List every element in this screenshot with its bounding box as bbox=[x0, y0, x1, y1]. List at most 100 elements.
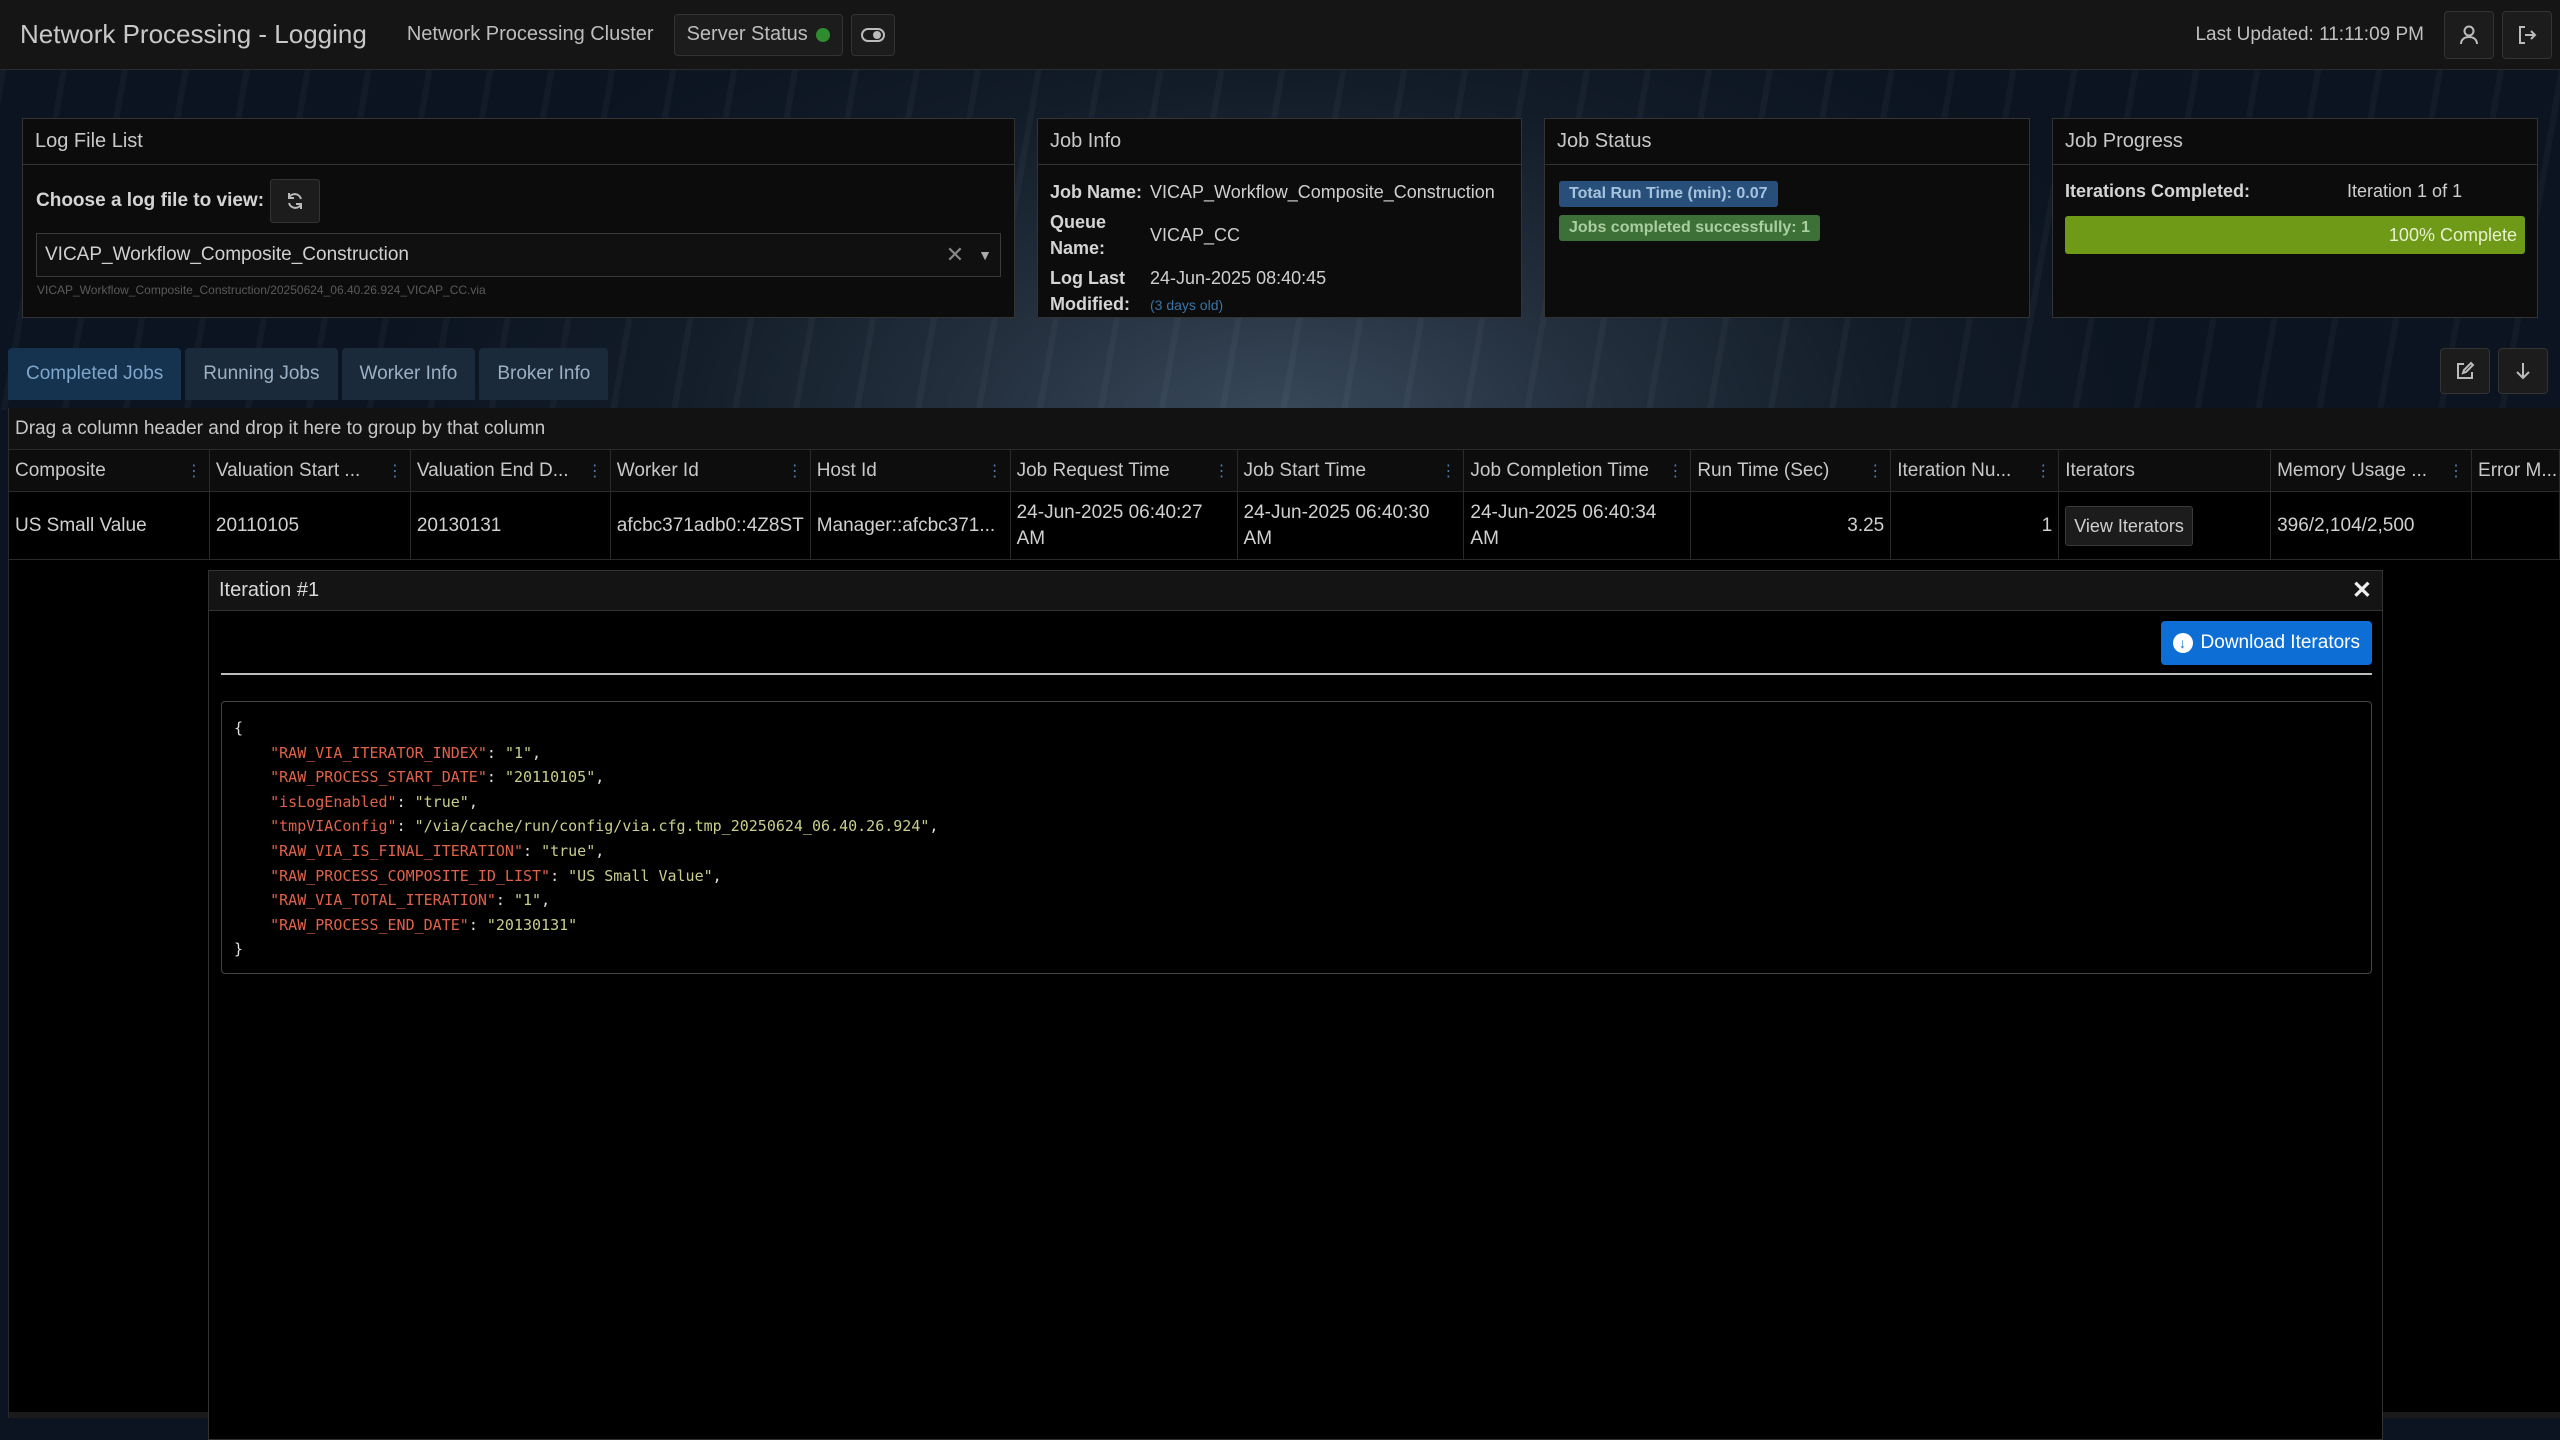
cell-job-completion-time: 24-Jun-2025 06:40:34 AM bbox=[1464, 492, 1692, 559]
cell-worker-id: afcbc371adb0::4Z8ST bbox=[611, 492, 811, 559]
column-header[interactable]: Valuation Start ... ⋮ bbox=[210, 450, 411, 491]
group-by-bar[interactable]: Drag a column header and drop it here to… bbox=[9, 408, 2560, 450]
toggle-icon bbox=[860, 27, 885, 42]
log-file-select[interactable]: VICAP_Workflow_Composite_Construction ✕ … bbox=[36, 233, 1001, 277]
column-menu-icon: ⋮ bbox=[386, 462, 403, 480]
json-line: "RAW_PROCESS_COMPOSITE_ID_LIST": "US Sma… bbox=[270, 866, 722, 885]
user-icon bbox=[2460, 25, 2478, 44]
panel-title: Job Info bbox=[1038, 119, 1521, 165]
json-brace: { bbox=[234, 719, 244, 737]
json-key: "tmpVIAConfig" bbox=[270, 817, 397, 836]
column-header[interactable]: Valuation End D... ⋮ bbox=[411, 450, 611, 491]
column-header[interactable]: Iterators bbox=[2059, 450, 2272, 491]
refresh-icon bbox=[288, 193, 303, 209]
cell-iteration-number: 1 bbox=[1891, 492, 2060, 559]
tab-bar: Completed Jobs Running Jobs Worker Info … bbox=[8, 348, 609, 400]
column-header[interactable]: Host Id ⋮ bbox=[811, 450, 1011, 491]
json-line: "isLogEnabled": "true", bbox=[270, 792, 478, 811]
refresh-button[interactable] bbox=[270, 179, 321, 223]
download-iterators-label: Download Iterators bbox=[2200, 632, 2360, 653]
cell-error-message bbox=[2472, 492, 2560, 559]
column-header[interactable]: Run Time (Sec) ⋮ bbox=[1691, 450, 1892, 491]
clear-icon[interactable]: ✕ bbox=[946, 242, 964, 268]
column-menu-icon: ⋮ bbox=[1213, 462, 1230, 480]
tab-worker-info[interactable]: Worker Info bbox=[341, 348, 476, 400]
json-key: "isLogEnabled" bbox=[270, 792, 397, 811]
json-key: "RAW_VIA_IS_FINAL_ITERATION" bbox=[270, 841, 523, 860]
log-file-list-panel: Log File List Choose a log file to view:… bbox=[22, 118, 1015, 318]
column-header[interactable]: Memory Usage ... ⋮ bbox=[2271, 450, 2473, 491]
server-status-label: Server Status bbox=[686, 23, 808, 45]
column-menu-icon: ⋮ bbox=[1667, 462, 1683, 480]
toggle-button[interactable] bbox=[850, 13, 895, 56]
job-info-panel: Job Info Job Name: VICAP_Workflow_Compos… bbox=[1037, 118, 1522, 318]
chevron-down-icon[interactable]: ▼ bbox=[978, 247, 992, 263]
column-header[interactable]: Error M... bbox=[2472, 450, 2560, 491]
column-menu-icon: ⋮ bbox=[786, 462, 803, 480]
iterators-json-view: { "RAW_VIA_ITERATOR_INDEX": "1", "RAW_PR… bbox=[221, 701, 2372, 974]
job-name-value: VICAP_Workflow_Composite_Construction bbox=[1150, 182, 1495, 202]
cell-iterators: View Iterators bbox=[2059, 492, 2272, 559]
json-value: "true" bbox=[541, 841, 596, 860]
panel-title: Job Progress bbox=[2053, 119, 2537, 165]
json-value: "20110105" bbox=[504, 768, 596, 787]
column-header[interactable]: Job Request Time ⋮ bbox=[1011, 450, 1238, 491]
view-iterators-button[interactable]: View Iterators bbox=[2065, 505, 2193, 546]
cell-host-id: Manager::afcbc371... bbox=[811, 492, 1011, 559]
column-header[interactable]: Composite ⋮ bbox=[9, 450, 210, 491]
json-line: "RAW_VIA_IS_FINAL_ITERATION": "true", bbox=[270, 841, 605, 860]
json-brace: } bbox=[234, 940, 244, 959]
cell-job-request-time: 24-Jun-2025 06:40:27 AM bbox=[1011, 492, 1238, 559]
job-progress-panel: Job Progress Iterations Completed: Itera… bbox=[2052, 118, 2538, 318]
json-key: "RAW_PROCESS_COMPOSITE_ID_LIST" bbox=[270, 866, 551, 885]
column-menu-icon: ⋮ bbox=[185, 462, 202, 480]
logout-button[interactable] bbox=[2502, 10, 2552, 59]
panel-title: Job Status bbox=[1545, 119, 2029, 165]
user-button[interactable] bbox=[2444, 10, 2494, 59]
close-icon[interactable]: ✕ bbox=[2352, 576, 2372, 605]
json-key: "RAW_PROCESS_START_DATE" bbox=[270, 768, 487, 787]
tab-broker-info[interactable]: Broker Info bbox=[479, 348, 609, 400]
cell-job-start-time: 24-Jun-2025 06:40:30 AM bbox=[1238, 492, 1465, 559]
column-header[interactable]: Job Completion Time ⋮ bbox=[1464, 450, 1692, 491]
server-status-button[interactable]: Server Status bbox=[673, 13, 843, 56]
download-button[interactable] bbox=[2498, 348, 2548, 394]
queue-name-value: VICAP_CC bbox=[1150, 225, 1241, 245]
grid-actions bbox=[2440, 348, 2548, 394]
json-line: "RAW_PROCESS_START_DATE": "20110105", bbox=[270, 768, 605, 787]
column-header[interactable]: Job Start Time ⋮ bbox=[1238, 450, 1465, 491]
tab-completed-jobs[interactable]: Completed Jobs bbox=[8, 348, 182, 400]
modified-value: 24-Jun-2025 08:40:45 (3 days old) bbox=[1150, 268, 1327, 313]
column-menu-icon: ⋮ bbox=[2035, 462, 2051, 480]
queue-name-label: Queue Name: bbox=[1050, 212, 1107, 258]
json-line: "RAW_PROCESS_END_DATE": "20130131" bbox=[270, 915, 578, 934]
column-menu-icon: ⋮ bbox=[2448, 462, 2464, 480]
dialog-title: Iteration #1 bbox=[219, 579, 320, 601]
run-time-badge: Total Run Time (min): 0.07 bbox=[1559, 181, 1778, 207]
edit-icon bbox=[2457, 361, 2475, 379]
column-menu-icon: ⋮ bbox=[1867, 462, 1883, 480]
last-updated: Last Updated: 11:11:09 PM bbox=[2195, 23, 2424, 45]
edit-button[interactable] bbox=[2440, 348, 2490, 394]
cluster-name: Network Processing Cluster bbox=[406, 23, 654, 45]
json-value: "/via/cache/run/config/via.cfg.tmp_20250… bbox=[414, 817, 930, 836]
cell-memory-usage: 396/2,104/2,500 bbox=[2271, 492, 2473, 559]
json-value: "US Small Value" bbox=[568, 866, 713, 885]
top-bar: Network Processing - Logging Network Pro… bbox=[0, 0, 2560, 70]
status-dot-icon bbox=[815, 27, 830, 42]
json-value: "true" bbox=[414, 792, 469, 811]
download-iterators-button[interactable]: ↓ Download Iterators bbox=[2160, 621, 2372, 665]
json-value: "1" bbox=[504, 743, 533, 762]
arrow-down-icon bbox=[2516, 363, 2530, 380]
cell-valuation-end: 20130131 bbox=[411, 492, 611, 559]
cell-run-time: 3.25 bbox=[1691, 492, 1892, 559]
logout-icon bbox=[2519, 25, 2537, 44]
job-name-label: Job Name: bbox=[1050, 182, 1143, 202]
table-row[interactable]: US Small Value 20110105 20130131 afcbc37… bbox=[9, 492, 2560, 560]
json-line: "RAW_VIA_TOTAL_ITERATION": "1", bbox=[270, 891, 551, 910]
tab-running-jobs[interactable]: Running Jobs bbox=[185, 348, 338, 400]
iterations-label: Iterations Completed: bbox=[2065, 181, 2251, 201]
column-header[interactable]: Worker Id ⋮ bbox=[611, 450, 811, 491]
json-value: "20130131" bbox=[486, 915, 578, 934]
column-header[interactable]: Iteration Nu... ⋮ bbox=[1891, 450, 2060, 491]
